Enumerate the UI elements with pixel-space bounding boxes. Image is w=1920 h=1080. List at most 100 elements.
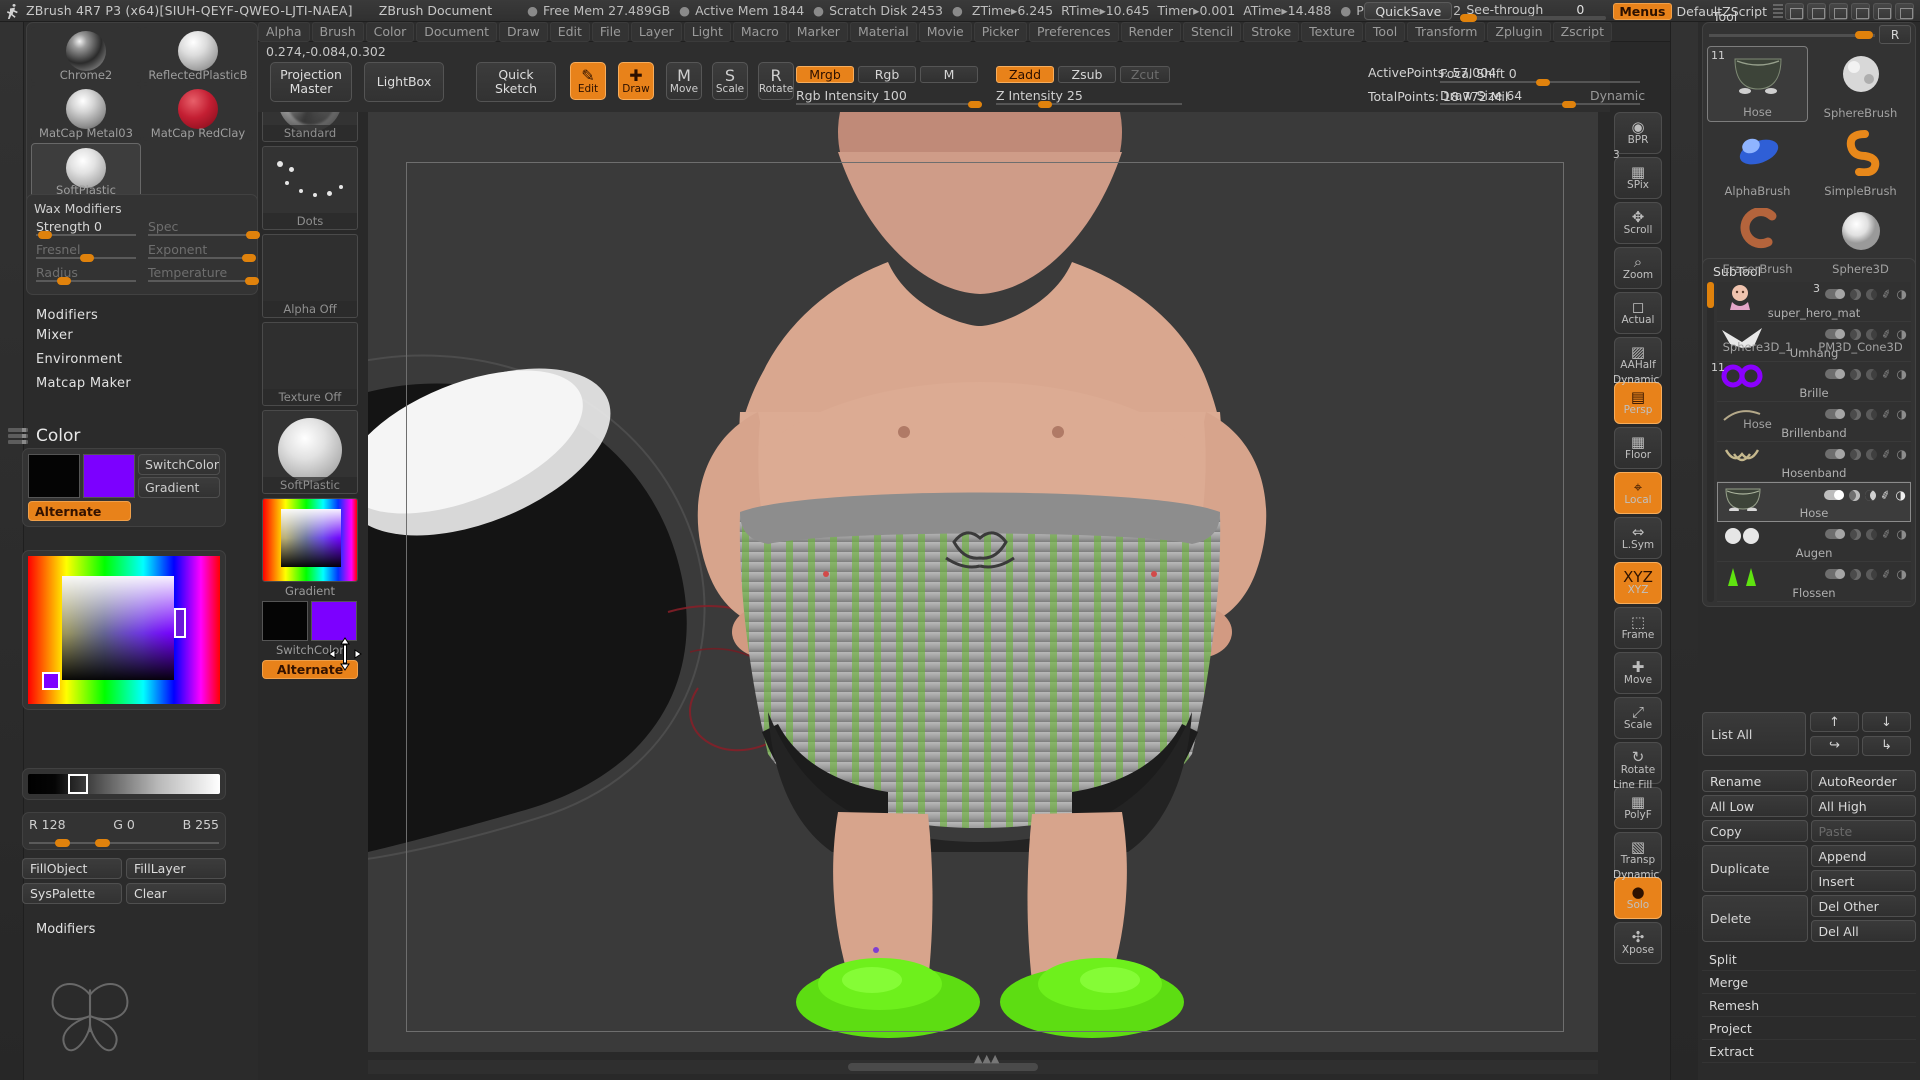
menu-item-render[interactable]: Render xyxy=(1120,21,1182,42)
switch-color-button[interactable]: SwitchColor xyxy=(138,454,220,475)
wax-slider-fresnel[interactable]: Fresnel xyxy=(34,242,138,263)
value-bar-knob[interactable] xyxy=(68,774,88,794)
right-strip-solo[interactable]: ● Solo Dynamic xyxy=(1613,869,1662,919)
polypaint-icon[interactable] xyxy=(1849,489,1861,501)
tool-item-simplebrush[interactable]: SimpleBrush xyxy=(1810,124,1911,200)
alternate-button[interactable]: Alternate xyxy=(28,501,131,521)
auto-reorder-button[interactable]: AutoReorder xyxy=(1810,770,1916,792)
shelf-secondary-color-swatch[interactable] xyxy=(311,601,357,641)
fill-object-button[interactable]: FillObject xyxy=(22,858,122,879)
wax-slider-temperature[interactable]: Temperature xyxy=(146,265,259,286)
wax-slider-knob[interactable] xyxy=(56,277,71,285)
eye-icon[interactable]: ◑ xyxy=(1897,367,1907,381)
menu-item-alpha[interactable]: Alpha xyxy=(258,21,310,42)
secondary-color-swatch[interactable] xyxy=(83,454,135,498)
menu-item-layer[interactable]: Layer xyxy=(630,21,682,42)
rotate-button[interactable]: R Rotate xyxy=(758,62,794,100)
rename-button[interactable]: Rename xyxy=(1702,770,1808,792)
fill-layer-button[interactable]: FillLayer xyxy=(126,858,226,879)
del-all-button[interactable]: Del All xyxy=(1810,920,1916,942)
polypaint-icon[interactable] xyxy=(1850,408,1862,420)
layout-icon-1[interactable] xyxy=(1785,2,1804,20)
move-in-button[interactable]: ↳ xyxy=(1862,735,1911,756)
right-strip-zoom[interactable]: ⌕ Zoom xyxy=(1614,247,1662,289)
visibility-toggle-icon[interactable] xyxy=(1825,529,1846,539)
layout-icon-2[interactable] xyxy=(1807,2,1826,20)
menu-item-preferences[interactable]: Preferences xyxy=(1028,21,1119,42)
menu-item-macro[interactable]: Macro xyxy=(732,21,787,42)
subtool-row-augen[interactable]: ✐ ◑ Augen xyxy=(1717,522,1911,562)
menus-button[interactable]: Menus xyxy=(1613,2,1672,20)
insert-button[interactable]: Insert xyxy=(1810,870,1916,892)
subtool-remesh-row[interactable]: Remesh xyxy=(1702,994,1916,1017)
right-strip-frame[interactable]: ⬚ Frame xyxy=(1614,607,1662,649)
transparency-icon[interactable] xyxy=(1865,489,1877,501)
eye-icon[interactable]: ◑ xyxy=(1896,488,1906,502)
z-intensity-knob[interactable] xyxy=(1038,101,1052,108)
color-picker-thumb[interactable]: Gradient SwitchColor Alternate xyxy=(262,498,358,679)
eye-icon[interactable]: ◑ xyxy=(1897,527,1907,541)
stroke-thumb-dots[interactable]: Dots xyxy=(262,146,358,230)
move-button[interactable]: M Move xyxy=(666,62,702,100)
tool-item-alphabrush[interactable]: AlphaBrush xyxy=(1707,124,1808,200)
right-edge-strip[interactable] xyxy=(1670,22,1698,1080)
visibility-toggle-icon[interactable] xyxy=(1825,289,1846,299)
right-strip-rotate[interactable]: ↻ Rotate xyxy=(1614,742,1662,784)
material-swatch-matcap-metal03[interactable]: MatCap Metal03 xyxy=(31,85,141,141)
visibility-toggle-icon[interactable] xyxy=(1825,369,1846,379)
menu-item-transform[interactable]: Transform xyxy=(1407,21,1486,42)
quicksave-button[interactable]: QuickSave xyxy=(1364,2,1453,20)
right-strip-actual[interactable]: ◻ Actual xyxy=(1614,292,1662,334)
tool-item-hose[interactable]: 11 Hose xyxy=(1707,46,1808,122)
right-strip-xyz[interactable]: XYZ XYZ xyxy=(1614,562,1662,604)
sys-palette-button[interactable]: SysPalette xyxy=(22,883,122,904)
menu-item-material[interactable]: Material xyxy=(849,21,917,42)
menu-item-stencil[interactable]: Stencil xyxy=(1183,21,1242,42)
menu-item-zplugin[interactable]: Zplugin xyxy=(1487,21,1551,42)
right-strip-local[interactable]: ⌖ Local xyxy=(1614,472,1662,514)
subtool-split-row[interactable]: Split xyxy=(1702,948,1916,971)
subtool-project-row[interactable]: Project xyxy=(1702,1017,1916,1040)
eye-icon[interactable]: ◑ xyxy=(1897,287,1907,301)
visibility-toggle-icon[interactable] xyxy=(1825,569,1846,579)
right-strip-move[interactable]: ✚ Move xyxy=(1614,652,1662,694)
focal-shift-knob[interactable] xyxy=(1536,79,1550,86)
subtool-row-hosenband[interactable]: ✐ ◑ Hosenband xyxy=(1717,442,1911,482)
layout-icon-3[interactable] xyxy=(1829,2,1848,20)
eye-icon[interactable]: ◑ xyxy=(1897,567,1907,581)
paste-button[interactable]: Paste xyxy=(1810,820,1916,842)
left-link-matcap-maker[interactable]: Matcap Maker xyxy=(36,376,131,391)
layout-icon-6[interactable] xyxy=(1895,2,1914,20)
material-swatch-chrome2[interactable]: Chrome2 xyxy=(31,27,141,83)
wax-slider-knob[interactable] xyxy=(245,231,260,239)
see-through-slider[interactable]: See-through 0 xyxy=(1458,0,1608,22)
texture-thumb[interactable]: Texture Off xyxy=(262,322,358,406)
wax-slider-exponent[interactable]: Exponent xyxy=(146,242,256,263)
wax-slider-knob[interactable] xyxy=(241,254,256,262)
wax-slider-strength[interactable]: Strength 0 xyxy=(34,219,138,240)
duplicate-button[interactable]: Duplicate xyxy=(1702,845,1808,892)
clear-button[interactable]: Clear xyxy=(126,883,226,904)
rgb-toggle[interactable]: Rgb xyxy=(858,66,916,83)
all-low-button[interactable]: All Low xyxy=(1702,795,1808,817)
paintbrush-icon[interactable]: ✐ xyxy=(1881,406,1894,421)
paintbrush-icon[interactable]: ✐ xyxy=(1881,446,1894,461)
wax-slider-knob[interactable] xyxy=(244,277,259,285)
menu-item-brush[interactable]: Brush xyxy=(311,21,364,42)
subtool-scrollbar[interactable] xyxy=(1707,282,1714,602)
see-through-knob[interactable] xyxy=(1460,14,1478,22)
shelf-main-color-swatch[interactable] xyxy=(262,601,308,641)
right-strip-polyf[interactable]: ▦ PolyF Line Fill xyxy=(1613,779,1662,829)
move-out-button[interactable]: ↪ xyxy=(1810,735,1859,756)
transparency-icon[interactable] xyxy=(1866,328,1878,340)
polypaint-icon[interactable] xyxy=(1850,528,1862,540)
left-edge-strip[interactable] xyxy=(0,22,24,1080)
wax-slider-radius[interactable]: Radius xyxy=(34,265,138,286)
visibility-toggle-icon[interactable] xyxy=(1825,329,1846,339)
transparency-icon[interactable] xyxy=(1866,448,1878,460)
menu-item-zscript[interactable]: Zscript xyxy=(1552,21,1613,42)
right-strip-transp[interactable]: ▧ Transp xyxy=(1614,832,1662,874)
right-strip-spix[interactable]: ▦ SPix 3 xyxy=(1613,149,1662,199)
gradient-button[interactable]: Gradient xyxy=(138,477,220,498)
visibility-toggle-icon[interactable] xyxy=(1825,449,1846,459)
